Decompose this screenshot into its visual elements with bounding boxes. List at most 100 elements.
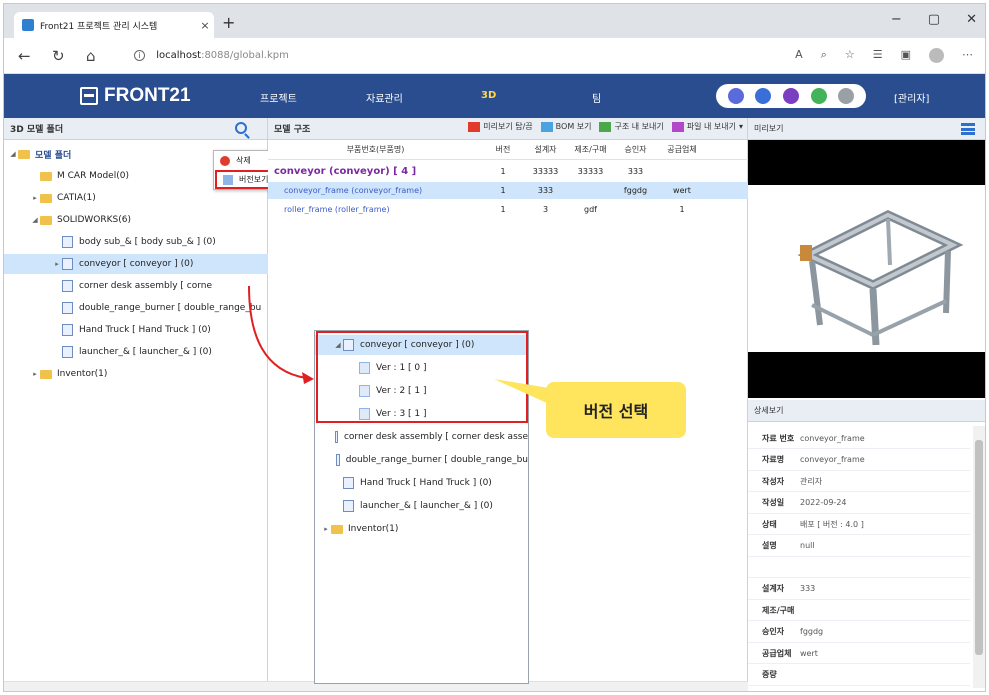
detail-row: [748, 557, 970, 578]
table-cell-supplier: 1: [679, 205, 685, 214]
favorite-icon[interactable]: ☆: [845, 48, 855, 63]
admin-label[interactable]: [관리자]: [894, 90, 929, 105]
table-cell-designer: 333: [537, 186, 554, 195]
tree-item[interactable]: double_range_burner [ double_range_bu: [52, 298, 261, 318]
col-supplier[interactable]: 공급업체: [658, 140, 706, 159]
detail-value: wert: [800, 648, 818, 658]
tree-item[interactable]: corner desk assembly [ corner desk asse: [315, 427, 528, 447]
tree-item[interactable]: M CAR Model(0): [30, 166, 129, 186]
tree-item-label: Inventor(1): [348, 524, 399, 534]
tree-item[interactable]: ▸ Inventor(1): [30, 364, 107, 384]
tree-item[interactable]: Hand Truck [ Hand Truck ] (0): [52, 320, 211, 340]
table-row[interactable]: conveyor_frame (conveyor_frame) 1 333 fggdg…: [268, 182, 748, 199]
folder-icon: [40, 193, 52, 203]
detail-value: fggdg: [800, 627, 824, 636]
tree-item-label: double_range_burner [ double_range_bu: [79, 303, 262, 313]
logo-mark-icon: [80, 87, 98, 105]
3d-preview[interactable]: [748, 140, 985, 398]
site-info-icon[interactable]: i: [134, 50, 145, 61]
table-row[interactable]: conveyor (conveyor) [ 4 ] 1 33333 33333 333: [268, 163, 748, 180]
tree-item[interactable]: ▸ Inventor(1): [315, 519, 528, 539]
expand-toggle-icon[interactable]: ◢: [30, 216, 40, 224]
col-designer[interactable]: 설계자: [523, 140, 568, 159]
menu-data-management[interactable]: 자료관리: [366, 90, 403, 105]
export-file-button[interactable]: 파일 내 보내기 ▾: [671, 121, 743, 132]
tab-close-icon[interactable]: ×: [196, 19, 214, 32]
group-icon[interactable]: [782, 88, 799, 104]
context-delete-label: 삭제: [236, 156, 251, 165]
tab-bar: Front21 프로젝트 관리 시스템 × + − ▢ ✕: [4, 4, 985, 38]
tree-item[interactable]: launcher_& [ launcher_& ] (0): [315, 496, 528, 516]
download-icon[interactable]: [810, 88, 827, 104]
read-aloud-icon[interactable]: A: [795, 48, 803, 63]
minimize-button[interactable]: −: [891, 12, 902, 27]
menu-team[interactable]: 팀: [592, 90, 601, 105]
horizontal-scrollbar[interactable]: [4, 681, 268, 691]
app-logo[interactable]: FRONT21: [80, 85, 191, 107]
tree-item[interactable]: ▸ conveyor [ conveyor ] (0): [4, 254, 268, 274]
vertical-scrollbar[interactable]: [973, 426, 985, 688]
export-structure-button[interactable]: 구조 내 보내기: [599, 121, 664, 132]
detail-row: 중량: [748, 665, 970, 686]
col-approver[interactable]: 승인자: [613, 140, 658, 159]
window-controls: − ▢ ✕: [891, 12, 977, 27]
tree-item[interactable]: double_range_burner [ double_range_bu: [315, 450, 528, 470]
browser-tab[interactable]: Front21 프로젝트 관리 시스템 ×: [14, 12, 214, 38]
model-file-icon: [62, 324, 73, 336]
model-file-icon: [334, 431, 338, 443]
tree-item[interactable]: ◢ SOLIDWORKS(6): [30, 210, 131, 230]
detail-value: null: [800, 541, 815, 550]
tree-item-label: 모델 폴더: [35, 150, 72, 161]
bom-icon: [540, 121, 553, 132]
preview-toggle-button[interactable]: 미리보기 탑/끔: [468, 121, 533, 132]
home-icon[interactable]: ⌂: [86, 47, 96, 65]
address-bar-icons: A ⌕ ☆ ☰ ▣ ⋯: [795, 48, 973, 63]
new-tab-button[interactable]: +: [222, 13, 235, 32]
scroll-thumb[interactable]: [975, 440, 983, 655]
expand-toggle-icon[interactable]: ▸: [30, 370, 40, 378]
expand-toggle-icon[interactable]: ◢: [8, 150, 18, 158]
folder-icon: [40, 369, 52, 379]
close-window-button[interactable]: ✕: [966, 12, 977, 27]
maximize-button[interactable]: ▢: [928, 12, 940, 27]
folder-icon: [18, 149, 30, 159]
excel-icon: [599, 121, 612, 132]
search-icon[interactable]: [235, 122, 247, 134]
power-icon[interactable]: [838, 88, 855, 104]
bom-view-button[interactable]: BOM 보기: [540, 121, 591, 132]
tree-item[interactable]: corner desk assembly [ corne: [52, 276, 212, 296]
more-icon[interactable]: ⋯: [962, 48, 973, 63]
tree-item[interactable]: launcher_& [ launcher_& ] (0): [52, 342, 212, 362]
menu-icon[interactable]: [961, 123, 975, 135]
tree-item[interactable]: ▸ CATIA(1): [30, 188, 96, 208]
url-field[interactable]: i localhost:8088/global.kpm: [134, 50, 289, 61]
tree-item[interactable]: Hand Truck [ Hand Truck ] (0): [315, 473, 528, 493]
dropdown-chevron-icon[interactable]: ▾: [739, 122, 743, 131]
user-icon[interactable]: [755, 88, 772, 104]
back-arrow-icon[interactable]: ←: [18, 47, 31, 65]
context-version-label: 버전보기: [239, 175, 269, 184]
favorites-list-icon[interactable]: ☰: [873, 48, 883, 63]
table-cell-make: 33333: [577, 167, 604, 176]
app-header: FRONT21 프로젝트 자료관리 3D 팀 [관리자]: [4, 74, 985, 118]
zoom-icon[interactable]: ⌕: [821, 48, 827, 63]
col-make-buy[interactable]: 제조/구매: [568, 140, 613, 159]
expand-toggle-icon[interactable]: ▸: [321, 525, 331, 533]
refresh-icon[interactable]: ↻: [52, 47, 65, 65]
tree-item[interactable]: ◢ 모델 폴더: [8, 144, 71, 164]
expand-toggle-icon[interactable]: ▸: [30, 194, 40, 202]
red-arrow-icon: [248, 285, 314, 384]
profile-avatar[interactable]: [929, 48, 944, 63]
tree-item-label: Hand Truck [ Hand Truck ] (0): [79, 325, 211, 335]
collections-icon[interactable]: ▣: [901, 48, 911, 63]
message-icon[interactable]: [727, 88, 744, 104]
expand-toggle-icon[interactable]: ▸: [52, 260, 62, 268]
col-part-number[interactable]: 부품번호(부품명): [268, 140, 483, 159]
menu-project[interactable]: 프로젝트: [260, 90, 297, 105]
tree-item[interactable]: body sub_& [ body sub_& ] (0): [52, 232, 216, 252]
col-version[interactable]: 버전: [483, 140, 523, 159]
table-cell-name: roller_frame (roller_frame): [284, 205, 390, 214]
table-row[interactable]: roller_frame (roller_frame) 1 3 gdf 1: [268, 201, 748, 218]
menu-3d[interactable]: 3D: [481, 90, 496, 101]
detail-key: 제조/구매: [762, 605, 795, 615]
